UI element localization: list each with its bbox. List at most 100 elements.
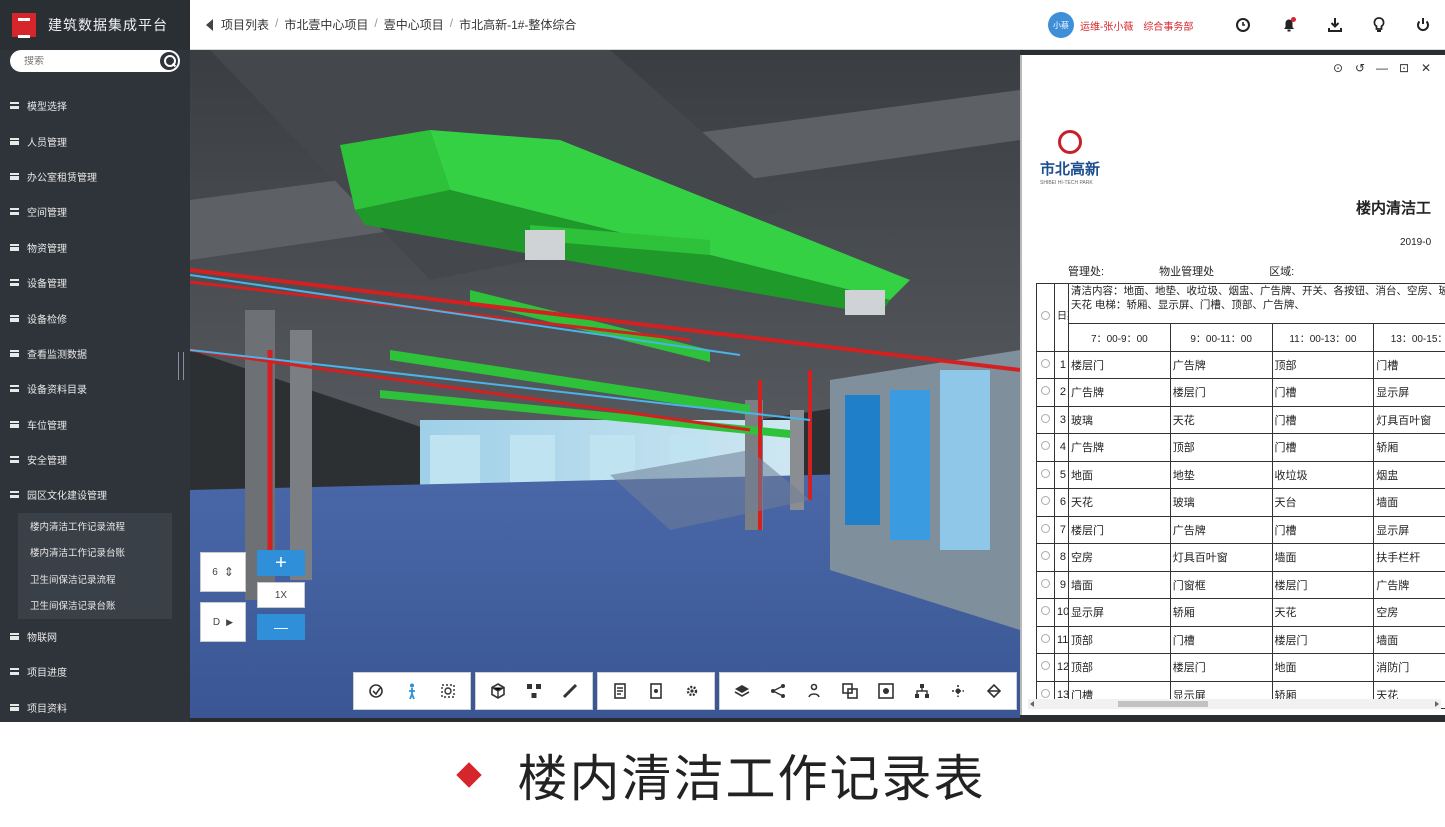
radio-icon[interactable]: [1041, 468, 1050, 478]
layers-icon[interactable]: [724, 676, 760, 706]
settings-gear-icon[interactable]: [674, 676, 710, 706]
sidebar-item-after-0[interactable]: 物联网: [0, 619, 190, 654]
minimize-icon[interactable]: —: [1371, 61, 1393, 75]
radio-icon[interactable]: [1041, 523, 1050, 533]
sidebar-item-10[interactable]: 安全管理: [0, 442, 190, 477]
menu-list-icon: [10, 243, 19, 251]
radio-icon[interactable]: [1041, 311, 1050, 321]
avatar[interactable]: 小蔡: [1048, 12, 1074, 38]
document-icon[interactable]: [602, 676, 638, 706]
maximize-icon[interactable]: ⊡: [1393, 61, 1415, 75]
undo-icon[interactable]: ↺: [1349, 61, 1371, 75]
radio-icon[interactable]: [1041, 496, 1050, 506]
person-location-icon[interactable]: [796, 676, 832, 706]
menu-list-icon: [10, 208, 19, 216]
sidebar-subitem-1[interactable]: 楼内清洁工作记录台账: [18, 539, 172, 566]
close-icon[interactable]: ✕: [1415, 61, 1437, 75]
sidebar-item-4[interactable]: 物资管理: [0, 230, 190, 265]
measure-icon[interactable]: [552, 676, 588, 706]
power-icon[interactable]: [1412, 14, 1434, 36]
zoom-icon[interactable]: ⊙: [1327, 61, 1349, 75]
radio-icon[interactable]: [1041, 633, 1050, 643]
search-icon[interactable]: [160, 52, 178, 70]
breadcrumb-item[interactable]: 壹中心项目: [384, 16, 444, 33]
sidebar-item-3[interactable]: 空间管理: [0, 194, 190, 229]
user-name[interactable]: 运维-张小薇: [1080, 18, 1133, 33]
day-number-cell: 5: [1054, 460, 1069, 489]
user-department[interactable]: 综合事务部: [1143, 18, 1193, 33]
radio-icon[interactable]: [1041, 358, 1050, 368]
radio-icon[interactable]: [1041, 578, 1050, 588]
sidebar-item-6[interactable]: 设备检修: [0, 300, 190, 335]
task-cell: 轿厢: [1169, 598, 1273, 627]
row-select-cell: [1036, 543, 1055, 572]
share-icon[interactable]: [760, 676, 796, 706]
scroll-thumb[interactable]: [1118, 701, 1208, 707]
zoom-out-button[interactable]: —: [257, 614, 305, 640]
menu-list-icon: [10, 102, 19, 110]
radio-icon[interactable]: [1041, 441, 1050, 451]
radio-icon[interactable]: [1041, 661, 1050, 671]
breadcrumb-item[interactable]: 项目列表: [221, 16, 269, 33]
sidebar-item-1[interactable]: 人员管理: [0, 123, 190, 158]
sidebar-subitem-3[interactable]: 卫生间保洁记录台账: [18, 592, 172, 619]
explode-icon[interactable]: [516, 676, 552, 706]
fit-view-icon[interactable]: [430, 676, 466, 706]
lightbulb-icon[interactable]: [1368, 14, 1390, 36]
breadcrumb-item[interactable]: 市北壹中心项目: [284, 16, 368, 33]
sidebar-item-2[interactable]: 办公室租赁管理: [0, 159, 190, 194]
sidebar: 建筑数据集成平台 模型选择人员管理办公室租赁管理空间管理物资管理设备管理设备检修…: [0, 0, 190, 722]
app-logo-icon: [12, 13, 36, 38]
radio-icon[interactable]: [1041, 688, 1050, 698]
breadcrumb-separator: /: [275, 16, 279, 30]
cube-icon[interactable]: [480, 676, 516, 706]
task-cell: 广告牌: [1169, 350, 1273, 379]
model-viewport[interactable]: 6 ⇕ D ▶ + 1X —: [190, 50, 1020, 718]
walk-person-icon[interactable]: [394, 676, 430, 706]
floor-up-down-icon: ⇕: [223, 565, 234, 579]
sidebar-collapse-handle[interactable]: [178, 352, 184, 380]
zoom-in-button[interactable]: +: [257, 550, 305, 576]
sidebar-item-7[interactable]: 查看监测数据: [0, 336, 190, 371]
day-number-cell: 4: [1054, 433, 1069, 462]
sidebar-subitem-0[interactable]: 楼内清洁工作记录流程: [18, 513, 172, 540]
sidebar-item-0[interactable]: 模型选择: [0, 88, 190, 123]
sidebar-item-11[interactable]: 园区文化建设管理: [0, 477, 190, 512]
floor-selector[interactable]: 6 ⇕: [200, 552, 246, 592]
direction-control[interactable]: D ▶: [200, 602, 246, 642]
search-input[interactable]: [10, 55, 150, 67]
download-icon[interactable]: [1324, 14, 1346, 36]
sidebar-item-after-2[interactable]: 项目资料: [0, 689, 190, 722]
sidebar-item-9[interactable]: 车位管理: [0, 407, 190, 442]
roam-path-icon[interactable]: [940, 676, 976, 706]
search-box: [10, 50, 180, 72]
scroll-right-icon[interactable]: [1435, 701, 1439, 707]
paint-bucket-icon[interactable]: [976, 676, 1012, 706]
sidebar-item-8[interactable]: 设备资料目录: [0, 371, 190, 406]
clock-icon[interactable]: [1232, 14, 1254, 36]
task-cell: 楼层门: [1169, 378, 1273, 407]
sidebar-item-after-1[interactable]: 项目进度: [0, 654, 190, 689]
radio-icon[interactable]: [1041, 386, 1050, 396]
sidebar-item-5[interactable]: 设备管理: [0, 265, 190, 300]
menu-list-icon: [10, 349, 19, 357]
task-cell: 空房: [1373, 598, 1445, 627]
camera-view-icon[interactable]: [868, 676, 904, 706]
cleaning-record-table: 日期清洁内容：地面、地垫、收垃圾、烟盅、广告牌、开关、各按钮、消台、空房、玻璃、…: [1036, 283, 1445, 709]
table-row: 9 墙面 门窗框 楼层门 广告牌: [1036, 570, 1445, 599]
back-arrow-icon[interactable]: [206, 18, 213, 31]
hierarchy-icon[interactable]: [904, 676, 940, 706]
bell-icon[interactable]: [1278, 14, 1300, 36]
section-box-icon[interactable]: [832, 676, 868, 706]
radio-icon[interactable]: [1041, 413, 1050, 423]
radio-icon[interactable]: [1041, 551, 1050, 561]
properties-icon[interactable]: [638, 676, 674, 706]
breadcrumb-item[interactable]: 市北高新-1#-整体综合: [459, 16, 576, 33]
speed-indicator[interactable]: 1X: [257, 582, 305, 608]
orbit-icon[interactable]: [358, 676, 394, 706]
company-subtitle: SHIBEI HI-TECH PARK: [1040, 180, 1093, 186]
horizontal-scrollbar[interactable]: [1028, 699, 1441, 709]
sidebar-subitem-2[interactable]: 卫生间保洁记录流程: [18, 566, 172, 593]
scroll-left-icon[interactable]: [1030, 701, 1034, 707]
radio-icon[interactable]: [1041, 606, 1050, 616]
